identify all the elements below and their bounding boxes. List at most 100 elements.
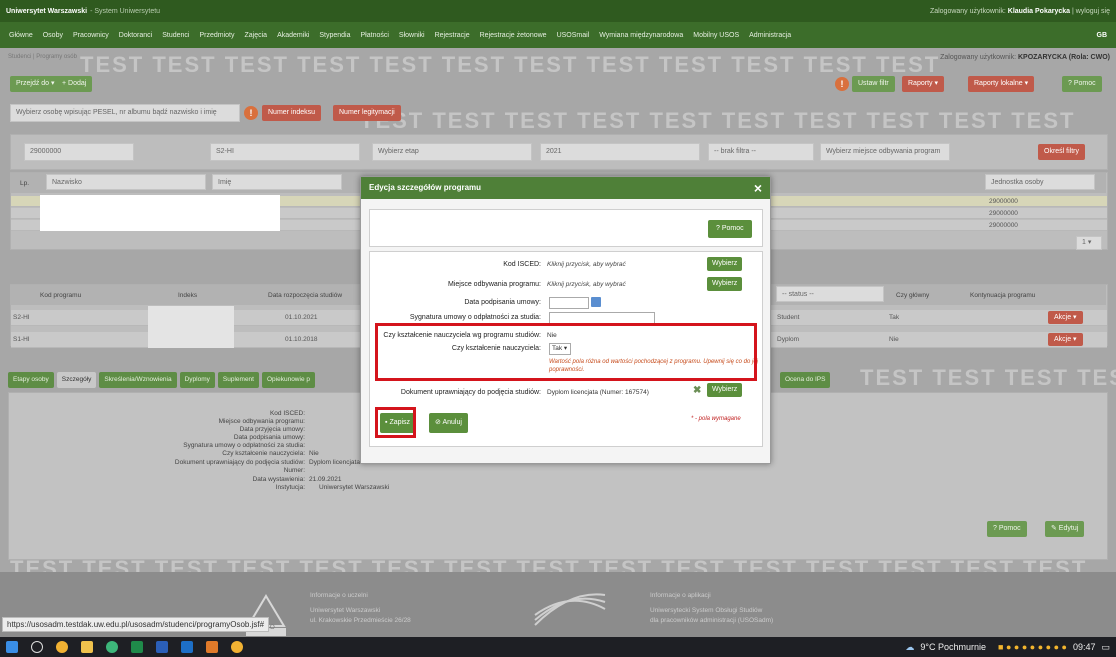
menu-item-zajecia[interactable]: Zajęcia	[245, 32, 268, 39]
dokument-value: Dyplom licencjata (Numer: 167574)	[547, 389, 649, 396]
menu-item-wymiana[interactable]: Wymiana międzynarodowa	[599, 32, 683, 39]
chrome-icon[interactable]	[56, 641, 68, 653]
okresl-filtry-button[interactable]: Określ filtry	[1038, 144, 1085, 160]
menu-item-studenci[interactable]: Studenci	[162, 32, 189, 39]
row-date: 01.10.2021	[285, 314, 318, 321]
detail-label: Kod ISCED:	[269, 410, 305, 417]
menu-item-osoby[interactable]: Osoby	[43, 32, 63, 39]
col-jednostka[interactable]: Jednostka osoby	[985, 174, 1095, 190]
dialog-pomoc-button[interactable]: ? Pomoc	[708, 220, 752, 238]
program-filter[interactable]: S2-HI	[210, 143, 360, 161]
tab-ocena-ips[interactable]: Ocena do IPS	[780, 372, 831, 388]
page-select[interactable]: 1 ▾	[1076, 236, 1102, 250]
top-bar: Uniwersytet Warszawski - System Uniwersy…	[0, 0, 1116, 22]
menu-item-mobilny[interactable]: Mobilny USOS	[693, 32, 739, 39]
redacted-names	[40, 195, 280, 231]
tab-etapy[interactable]: Etapy osoby	[8, 372, 54, 388]
menu-item-przedmioty[interactable]: Przedmioty	[199, 32, 234, 39]
detail-value: Nie	[309, 450, 319, 457]
rok-filter[interactable]: 2021	[540, 143, 700, 161]
footer-aux-line2: dla pracowników administracji (USOSadm)	[650, 617, 774, 624]
etap-filter[interactable]: Wybierz etap	[372, 143, 532, 161]
menu-item-slowniki[interactable]: Słowniki	[399, 32, 425, 39]
calendar-icon[interactable]	[591, 297, 601, 307]
test-watermark: TEST TEST TEST TEST TEST TEST TEST TEST …	[360, 108, 1076, 133]
outlook-icon[interactable]	[181, 641, 193, 653]
warning-icon[interactable]: !	[835, 77, 849, 91]
clear-icon[interactable]: ✖	[693, 385, 703, 397]
close-icon[interactable]: ×	[750, 180, 766, 196]
tray-icons[interactable]: ■ ● ● ● ● ● ● ● ●	[998, 642, 1067, 652]
menu-right-label[interactable]: GB	[1097, 32, 1108, 39]
start-icon[interactable]	[6, 641, 18, 653]
raporty-button[interactable]: Raporty ▾	[902, 76, 944, 92]
tab-suplement[interactable]: Suplement	[217, 372, 259, 388]
edge-icon[interactable]	[106, 641, 118, 653]
system-tray: ☁ 9°C Pochmurnie ■ ● ● ● ● ● ● ● ● 09:47…	[899, 642, 1110, 653]
row-main: Tak	[889, 314, 900, 321]
status-select[interactable]: -- status --	[776, 286, 884, 302]
menu-item-glowne[interactable]: Główne	[9, 32, 33, 39]
numer-legitymacji-button[interactable]: Numer legitymacji	[333, 105, 401, 121]
col-indeks: Indeks	[178, 292, 198, 299]
menu-item-administracja[interactable]: Administracja	[749, 32, 791, 39]
excel-icon[interactable]	[131, 641, 143, 653]
akcje-button[interactable]: Akcje ▾	[1048, 333, 1083, 346]
file-explorer-icon[interactable]	[81, 641, 93, 653]
word-icon[interactable]	[156, 641, 168, 653]
row-status: Student	[777, 314, 800, 321]
menu-item-stypendia[interactable]: Stypendia	[319, 32, 350, 39]
detail-pomoc-button[interactable]: ? Pomoc	[987, 521, 1027, 537]
dokument-wybierz-button[interactable]: Wybierz	[707, 383, 743, 397]
row-code: S2-HI	[13, 314, 30, 321]
search-icon[interactable]	[31, 641, 43, 653]
przejdz-do-button[interactable]: Przejdź do ▾	[10, 76, 61, 92]
dodaj-button[interactable]: + Dodaj	[56, 76, 93, 92]
ustaw-filtr-button[interactable]: Ustaw filtr	[852, 76, 895, 92]
tab-dyplomy[interactable]: Dyplomy	[179, 372, 215, 388]
menu-item-rejestracje-zetonowe[interactable]: Rejestracje żetonowe	[480, 32, 547, 39]
weather-label[interactable]: 9°C Pochmurnie	[920, 642, 986, 652]
col-kod-programu: Kod programu	[40, 292, 82, 299]
akcje-button[interactable]: Akcje ▾	[1048, 311, 1083, 324]
logout-link[interactable]: | wyloguj się	[1072, 8, 1110, 15]
menu-item-platnosci[interactable]: Płatności	[361, 32, 389, 39]
col-nazwisko[interactable]: Nazwisko	[46, 174, 206, 190]
edit-program-dialog: Edycja szczegółów programu × ? Pomoc Kod…	[360, 176, 771, 464]
jednostka-filter[interactable]: 29000000	[24, 143, 134, 161]
footer-aux-line1: Uniwersytecki System Obsługi Studiów	[650, 607, 763, 614]
pomoc-button[interactable]: ? Pomoc	[1062, 76, 1102, 92]
clock[interactable]: 09:47	[1073, 642, 1096, 652]
detail-label: Sygnatura umowy o odpłatności za studia:	[183, 442, 305, 449]
weather-icon: ☁	[905, 641, 915, 652]
isced-wybierz-button[interactable]: Wybierz	[707, 257, 743, 271]
menu-item-doktoranci[interactable]: Doktoranci	[119, 32, 152, 39]
numer-indeksu-button[interactable]: Numer indeksu	[262, 105, 322, 121]
tab-szczegoly[interactable]: Szczegóły	[56, 372, 97, 388]
detail-label: Czy kształcenie nauczyciela:	[222, 450, 305, 457]
miejsce-wybierz-button[interactable]: Wybierz	[707, 277, 743, 291]
menu-item-pracownicy[interactable]: Pracownicy	[73, 32, 109, 39]
data-podpisania-input[interactable]	[549, 297, 589, 309]
tab-skreslenia[interactable]: Skreślenia/Wznowienia	[99, 372, 177, 388]
detail-label: Instytucja:	[275, 484, 305, 491]
row-unit: 29000000	[989, 210, 1018, 217]
col-imie[interactable]: Imię	[212, 174, 342, 190]
tab-opiekunowie[interactable]: Opiekunowie p	[261, 372, 315, 388]
status-filter-select[interactable]: -- brak filtra --	[708, 143, 814, 161]
detail-value: Uniwersytet Warszawski	[319, 484, 390, 491]
anuluj-button[interactable]: ⊘ Anuluj	[429, 413, 468, 433]
menu-item-akademiki[interactable]: Akademiki	[277, 32, 309, 39]
raporty-lokalne-button[interactable]: Raporty lokalne ▾	[968, 76, 1035, 92]
menu-item-usosmail[interactable]: USOSmail	[557, 32, 590, 39]
app-icon[interactable]	[206, 641, 218, 653]
person-search-input[interactable]: Wybierz osobę wpisując PESEL, nr albumu …	[10, 104, 240, 122]
miejsce-filter[interactable]: Wybierz miejsce odbywania program	[820, 143, 950, 161]
system-name: Uniwersytet Warszawski	[6, 7, 88, 15]
search-warning-icon[interactable]: !	[244, 106, 258, 120]
notification-icon[interactable]: ▭	[1101, 642, 1110, 653]
chrome-icon[interactable]	[231, 641, 243, 653]
usos-logo	[530, 590, 610, 630]
edytuj-button[interactable]: ✎ Edytuj	[1045, 521, 1085, 537]
menu-item-rejestracje[interactable]: Rejestracje	[435, 32, 470, 39]
